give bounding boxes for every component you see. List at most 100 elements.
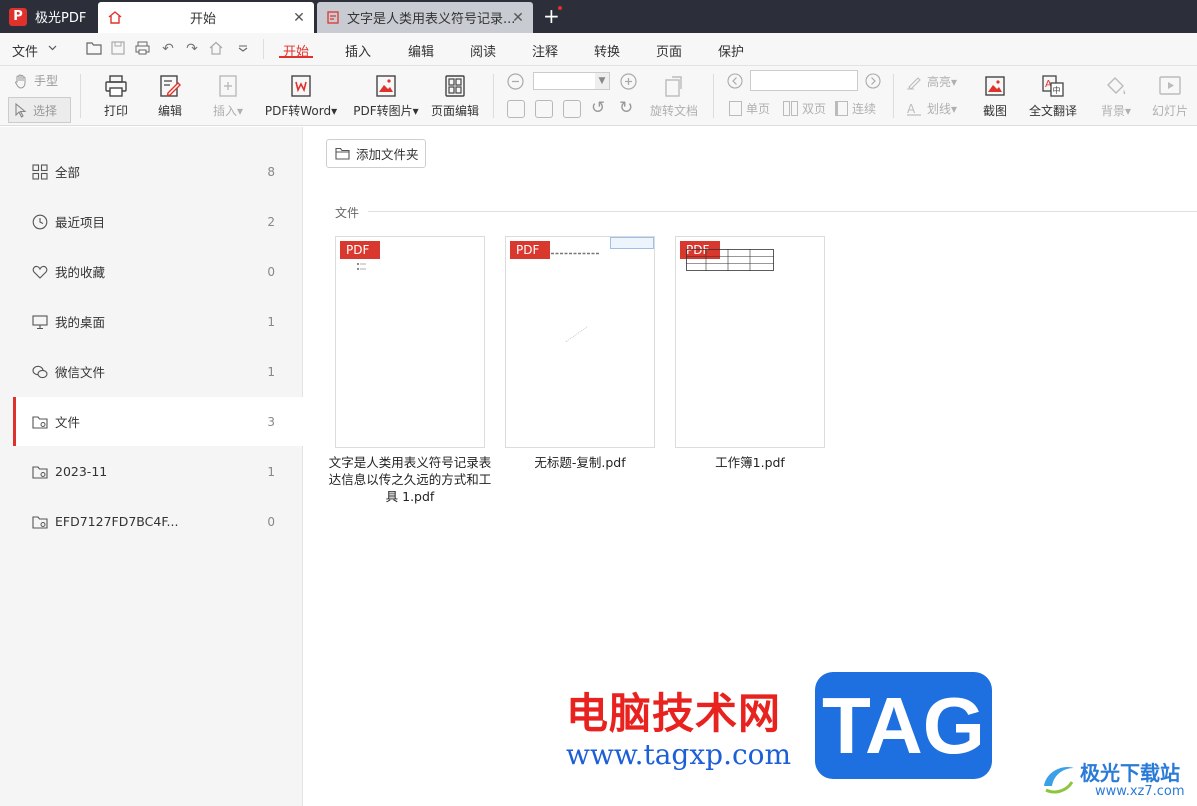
- highlight-button[interactable]: 高亮▾: [906, 73, 957, 90]
- wechat-icon: [32, 365, 48, 378]
- app-title: 极光PDF: [35, 11, 87, 26]
- background-label: 背景▾: [1100, 104, 1132, 118]
- redo-icon[interactable]: ↷: [184, 41, 200, 57]
- sidebar-item-2023-11[interactable]: 2023-11 1: [13, 447, 303, 496]
- menu-read[interactable]: 阅读: [470, 41, 496, 60]
- actual-size-icon[interactable]: [507, 100, 525, 118]
- sidebar-item-efd-folder[interactable]: EFD7127FD7BC4F... 0: [13, 497, 303, 546]
- tab-document[interactable]: 文字是人类用表义符号记录... ✕: [317, 2, 533, 33]
- menu-convert[interactable]: 转换: [594, 41, 620, 60]
- slideshow-label: 幻灯片: [1151, 104, 1188, 118]
- file-name[interactable]: 文字是人类用表义符号记录表达信息以传之久远的方式和工具 1.pdf: [325, 454, 495, 505]
- close-tab-icon[interactable]: ✕: [511, 10, 525, 26]
- print-small-icon[interactable]: [135, 41, 150, 55]
- screenshot-button[interactable]: 截图: [979, 74, 1011, 119]
- translate-button[interactable]: A中 全文翻译: [1026, 74, 1080, 119]
- edit-doc-icon: [160, 75, 181, 97]
- sidebar-item-count: 8: [267, 164, 275, 179]
- rotate-right-icon[interactable]: ↻: [619, 98, 633, 118]
- sidebar-item-files[interactable]: 文件 3: [13, 397, 303, 446]
- rotate-document-label: 旋转文档: [649, 104, 698, 118]
- chevron-down-icon[interactable]: [48, 45, 57, 51]
- rotate-doc-icon: [665, 76, 682, 97]
- print-button[interactable]: 打印: [97, 74, 135, 119]
- highlight-label: 高亮▾: [927, 75, 958, 89]
- sidebar-item-recent[interactable]: 最近项目 2: [13, 197, 303, 246]
- file-name[interactable]: 无标题-复制.pdf: [495, 454, 665, 471]
- zoom-input[interactable]: ▼: [533, 72, 610, 90]
- pdf-doc-icon: [327, 11, 339, 24]
- double-page-button[interactable]: 双页: [783, 100, 826, 117]
- translate-icon: A中: [1042, 75, 1064, 97]
- monitor-icon: [32, 314, 48, 329]
- print-label: 打印: [103, 104, 128, 118]
- select-tool-button[interactable]: 选择: [8, 97, 71, 123]
- undo-icon[interactable]: ↶: [160, 41, 176, 57]
- customize-dropdown-icon[interactable]: [238, 45, 248, 52]
- menu-file[interactable]: 文件: [12, 41, 38, 60]
- background-button[interactable]: 背景▾: [1098, 74, 1134, 119]
- file-card[interactable]: PDF: [675, 236, 825, 448]
- open-folder-icon[interactable]: [86, 41, 102, 55]
- page-edit-label: 页面编辑: [430, 104, 479, 118]
- sidebar-item-count: 1: [267, 364, 275, 379]
- single-page-button[interactable]: 单页: [729, 100, 770, 117]
- menu-protect[interactable]: 保护: [718, 41, 744, 60]
- sidebar-item-label: EFD7127FD7BC4F...: [55, 514, 179, 529]
- menu-insert[interactable]: 插入: [345, 41, 371, 60]
- insert-page-icon: [219, 75, 237, 97]
- insert-label: 插入▾: [212, 104, 244, 118]
- zoom-dropdown-icon[interactable]: ▼: [595, 73, 609, 89]
- continuous-button[interactable]: 连续: [835, 100, 876, 117]
- file-card[interactable]: PDF: [505, 236, 655, 448]
- page-preview-icon: [551, 252, 599, 255]
- sidebar-item-count: 1: [267, 464, 275, 479]
- pdf-to-image-button[interactable]: PDF转图片▾: [353, 74, 419, 119]
- screenshot-icon: [985, 76, 1005, 96]
- menu-annotate[interactable]: 注释: [532, 41, 558, 60]
- rotate-left-icon[interactable]: ↺: [591, 98, 605, 118]
- menu-edit[interactable]: 编辑: [408, 41, 434, 60]
- sidebar-item-wechat[interactable]: 微信文件 1: [13, 347, 303, 396]
- single-page-icon: [729, 101, 742, 116]
- sidebar-item-desktop[interactable]: 我的桌面 1: [13, 297, 303, 346]
- table-preview-icon: [686, 249, 774, 271]
- pdf-to-image-label: PDF转图片▾: [353, 104, 419, 118]
- sidebar-item-favorites[interactable]: 我的收藏 0: [13, 247, 303, 296]
- hand-tool-button[interactable]: 手型: [13, 72, 58, 89]
- edit-button[interactable]: 编辑: [151, 74, 189, 119]
- strikeout-icon: A: [907, 102, 921, 116]
- fit-page-icon[interactable]: [535, 100, 553, 118]
- add-folder-button[interactable]: 添加文件夹: [326, 139, 426, 168]
- close-tab-icon[interactable]: ✕: [292, 10, 306, 26]
- sidebar-item-count: 2: [267, 214, 275, 229]
- folder-icon: [32, 465, 48, 479]
- divider: [893, 74, 894, 118]
- insert-button[interactable]: 插入▾: [206, 74, 250, 119]
- screenshot-label: 截图: [982, 104, 1007, 118]
- fit-width-icon[interactable]: [563, 100, 581, 118]
- sidebar-item-count: 0: [267, 264, 275, 279]
- divider: [263, 39, 264, 59]
- home-small-icon[interactable]: [209, 41, 223, 55]
- watermark-url: www.tagxp.com: [566, 738, 792, 771]
- hand-label: 手型: [34, 74, 59, 88]
- file-card[interactable]: PDF: [335, 236, 485, 448]
- page-edit-button[interactable]: 页面编辑: [430, 74, 480, 119]
- rotate-document-button[interactable]: 旋转文档: [648, 74, 700, 119]
- file-name[interactable]: 工作簿1.pdf: [665, 454, 835, 471]
- sidebar-item-all[interactable]: 全部 8: [13, 147, 303, 196]
- zoom-in-icon[interactable]: [620, 73, 637, 90]
- zoom-out-icon[interactable]: [507, 73, 524, 90]
- save-icon[interactable]: [111, 41, 125, 55]
- pdf-to-word-button[interactable]: PDF转Word▾: [263, 74, 339, 119]
- tab-start[interactable]: 开始 ✕: [98, 2, 314, 33]
- strikeout-button[interactable]: A 划线▾: [906, 100, 957, 117]
- page-number-input[interactable]: [750, 70, 858, 91]
- slideshow-button[interactable]: 幻灯片: [1150, 74, 1190, 119]
- highlighter-icon: [907, 76, 921, 90]
- menu-page[interactable]: 页面: [656, 41, 682, 60]
- prev-page-icon[interactable]: [727, 73, 743, 89]
- next-page-icon[interactable]: [865, 73, 881, 89]
- sidebar-item-label: 我的桌面: [55, 315, 106, 330]
